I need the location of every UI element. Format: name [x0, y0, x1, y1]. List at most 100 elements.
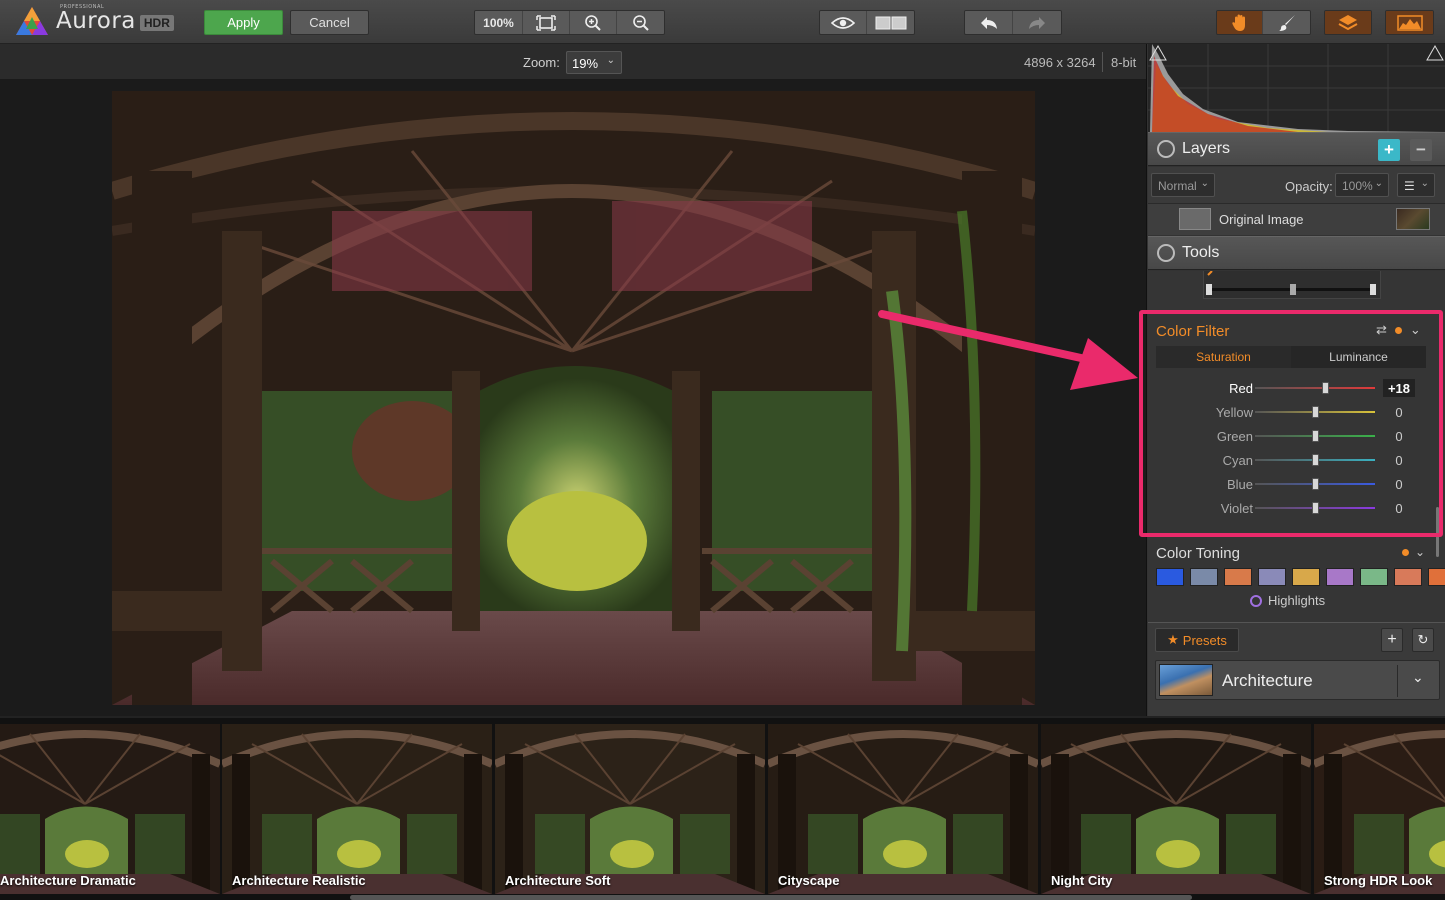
enabled-indicator[interactable] — [1394, 326, 1402, 334]
slider-track[interactable] — [1255, 387, 1375, 389]
tools-scrollbar[interactable] — [1436, 507, 1439, 557]
toning-swatch[interactable] — [1326, 568, 1354, 586]
preset-thumbnail[interactable]: Cityscape — [768, 724, 1038, 894]
brush-tool-button[interactable] — [1263, 11, 1310, 34]
undo-button[interactable] — [965, 11, 1013, 34]
histogram-panel-button[interactable] — [1386, 11, 1433, 34]
preset-category-select[interactable]: Architecture ⌄ — [1155, 660, 1440, 700]
preset-thumbnail[interactable]: Architecture Soft — [495, 724, 765, 894]
layer-name: Original Image — [1219, 212, 1304, 227]
slider-label: Violet — [1220, 501, 1253, 516]
color-toning-title[interactable]: Color Toning — [1156, 545, 1240, 562]
apply-button[interactable]: Apply — [204, 10, 283, 35]
preset-label: Architecture Soft — [505, 873, 611, 888]
slider-value[interactable]: 0 — [1383, 427, 1415, 445]
slider-value[interactable]: 0 — [1383, 499, 1415, 517]
main-photo[interactable] — [112, 91, 1035, 705]
tools-header[interactable]: Tools — [1148, 236, 1445, 270]
filmstrip-scrollbar[interactable] — [350, 895, 1192, 900]
cancel-button[interactable]: Cancel — [290, 10, 369, 35]
eye-icon — [831, 16, 855, 29]
hand-tool-button[interactable] — [1217, 11, 1263, 34]
toning-swatch[interactable] — [1428, 568, 1445, 586]
remove-layer-button[interactable]: − — [1410, 139, 1432, 161]
layer-menu-button[interactable]: ☰ ⌄ — [1397, 173, 1435, 197]
toning-swatch[interactable] — [1224, 568, 1252, 586]
preset-label: Architecture Dramatic — [0, 873, 136, 888]
refresh-presets-button[interactable]: ↻ — [1412, 628, 1434, 652]
highlights-selector[interactable]: Highlights — [1250, 593, 1325, 608]
range-slider — [1206, 271, 1376, 295]
layers-header[interactable]: Layers + − — [1148, 132, 1445, 166]
histogram-icon — [1396, 14, 1423, 31]
slider-value[interactable]: 0 — [1383, 403, 1415, 421]
slider-value[interactable]: 0 — [1383, 451, 1415, 469]
zoom-select[interactable]: 19% ⌄ — [566, 51, 622, 74]
compare-view-button[interactable] — [867, 11, 914, 34]
preset-label: Cityscape — [778, 873, 840, 888]
tools-body: Color Filter ⇄ ⌄ Saturation Luminance Re… — [1148, 271, 1445, 622]
chevron-down-icon[interactable]: ⌄ — [1415, 545, 1425, 559]
add-layer-button[interactable]: + — [1378, 139, 1400, 161]
slider-thumb[interactable] — [1311, 430, 1319, 442]
slider-thumb[interactable] — [1311, 406, 1319, 418]
blend-mode-select[interactable]: Normal ⌄ — [1151, 173, 1215, 197]
slider-thumb[interactable] — [1322, 382, 1330, 394]
redo-button[interactable] — [1013, 11, 1061, 34]
chevron-down-icon[interactable]: ⌄ — [1410, 322, 1421, 338]
preset-preview-image — [0, 724, 220, 894]
zoom-bar: Zoom: 19% ⌄ 4896 x 3264 8-bit — [0, 44, 1146, 80]
fit-to-screen-button[interactable] — [523, 11, 570, 34]
zoom-in-button[interactable] — [570, 11, 617, 34]
presets-button[interactable]: ★ Presets — [1155, 628, 1239, 652]
layer-mask-thumbnail — [1179, 208, 1211, 230]
toning-swatch[interactable] — [1292, 568, 1320, 586]
toning-swatch[interactable] — [1258, 568, 1286, 586]
preset-thumbnail[interactable]: Architecture Dramatic — [0, 724, 220, 894]
chevron-down-icon: ⌄ — [1374, 178, 1383, 189]
preset-thumbnail[interactable]: Night City — [1041, 724, 1311, 894]
toning-swatch[interactable] — [1156, 568, 1184, 586]
toning-swatch[interactable] — [1360, 568, 1388, 586]
chevron-down-icon: ⌄ — [606, 55, 615, 66]
image-canvas[interactable] — [0, 80, 1146, 716]
add-preset-button[interactable]: + — [1381, 628, 1403, 652]
color-filter-title[interactable]: Color Filter — [1156, 323, 1229, 340]
slider-thumb[interactable] — [1311, 502, 1319, 514]
preset-category: Architecture ⌄ — [1148, 658, 1445, 716]
zoom-controls: 100% — [474, 10, 665, 35]
slider-value[interactable]: +18 — [1383, 379, 1415, 397]
histogram-graph — [1148, 44, 1445, 132]
tab-luminance[interactable]: Luminance — [1291, 346, 1426, 368]
color-filter-row: Yellow 0 — [1148, 400, 1433, 424]
brush-tools — [1216, 10, 1311, 35]
slider-thumb[interactable] — [1311, 454, 1319, 466]
layers-section-icon — [1157, 140, 1175, 158]
enabled-indicator[interactable] — [1402, 548, 1409, 556]
preset-thumbnail[interactable]: Strong HDR Look — [1314, 724, 1445, 894]
reset-icon[interactable]: ⇄ — [1376, 322, 1387, 338]
preset-filmstrip: Architecture Dramatic Architecture Realis… — [0, 716, 1445, 900]
split-view-icon — [875, 16, 906, 29]
divider — [1397, 665, 1398, 697]
tab-saturation[interactable]: Saturation — [1156, 346, 1291, 368]
zoom-out-button[interactable] — [617, 11, 664, 34]
preview-toggle-button[interactable] — [820, 11, 867, 34]
slider-label: Yellow — [1215, 405, 1253, 420]
chevron-down-icon: ⌄ — [1420, 178, 1429, 189]
preset-label: Architecture Realistic — [232, 873, 366, 888]
logo-badge: HDR — [139, 15, 174, 31]
zoom-100-button[interactable]: 100% — [475, 11, 523, 34]
layers-panel-button[interactable] — [1325, 11, 1371, 34]
opacity-label: Opacity: — [1285, 179, 1333, 194]
preset-preview-image — [1314, 724, 1445, 894]
toning-swatch[interactable] — [1394, 568, 1422, 586]
preset-thumbnail[interactable]: Architecture Realistic — [222, 724, 492, 894]
opacity-select[interactable]: 100% ⌄ — [1335, 173, 1389, 197]
slider-value[interactable]: 0 — [1383, 475, 1415, 493]
preset-preview-image — [768, 724, 1038, 894]
view-controls — [819, 10, 915, 35]
layer-item[interactable]: Original Image — [1148, 203, 1445, 235]
toning-swatch[interactable] — [1190, 568, 1218, 586]
slider-thumb[interactable] — [1311, 478, 1319, 490]
